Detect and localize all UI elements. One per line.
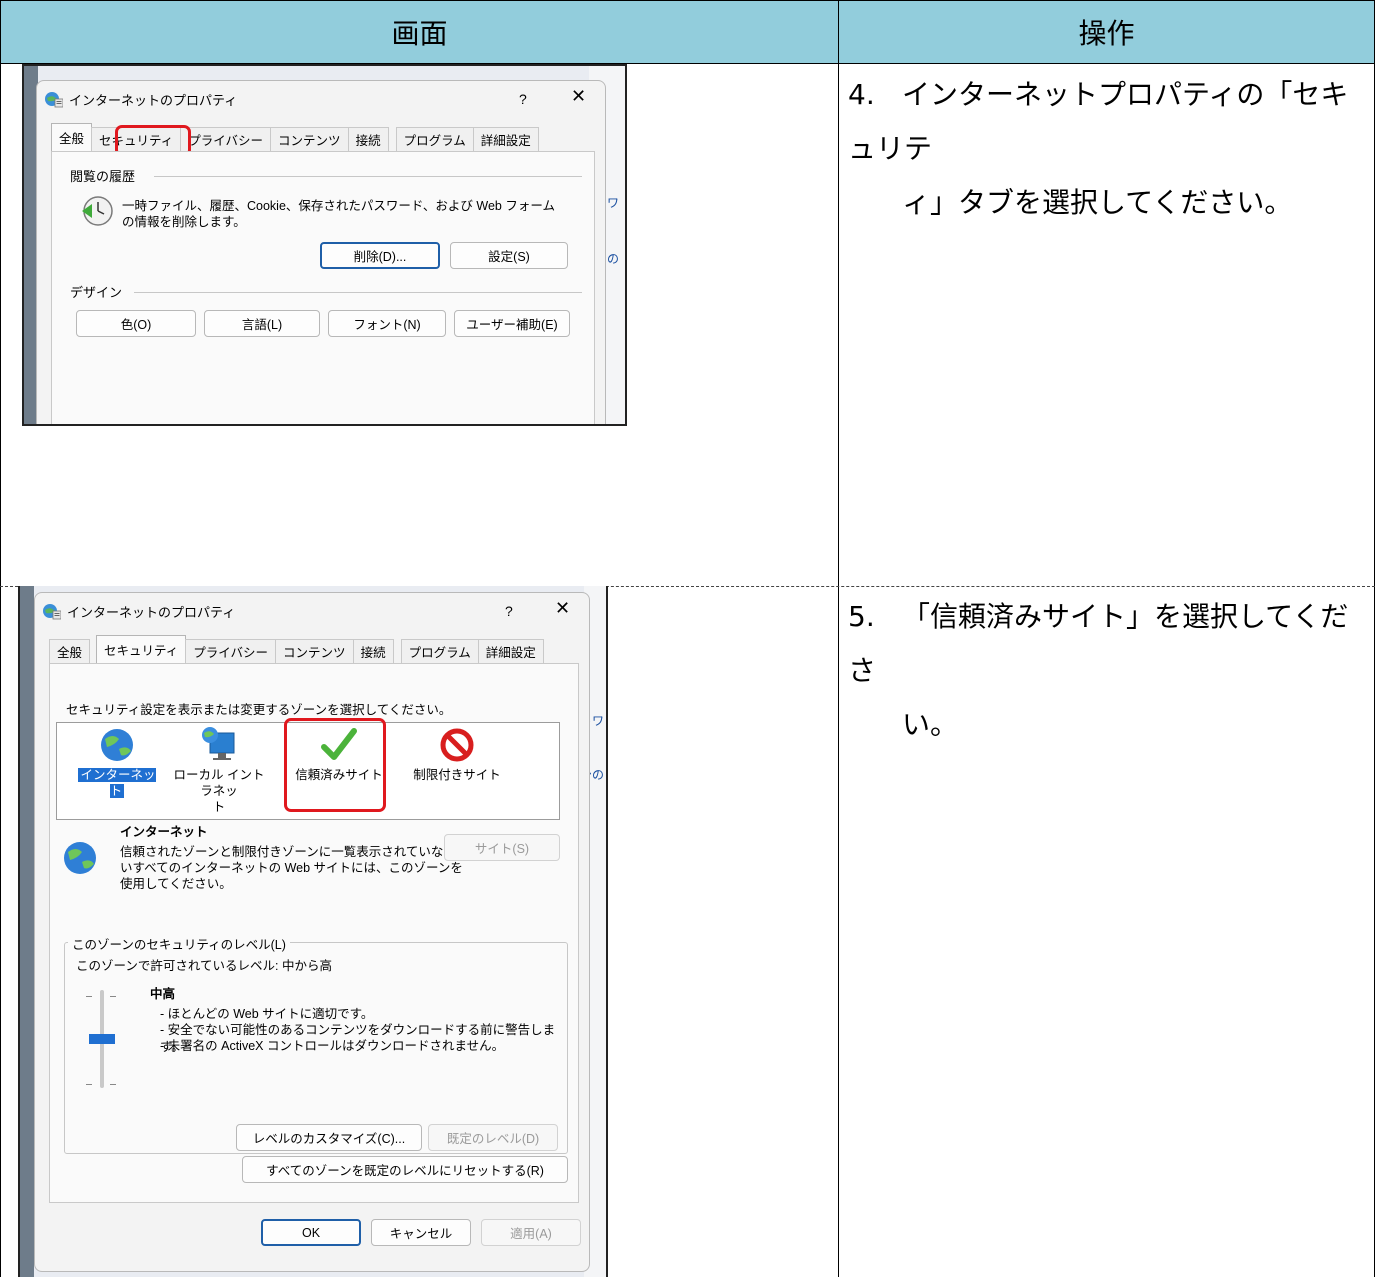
zone-intranet-label-line1: ローカル イントラネッ [173, 768, 265, 798]
languages-button[interactable]: 言語(L) [204, 310, 320, 337]
allowed-levels-text: このゾーンで許可されているレベル: 中から高 [76, 959, 332, 973]
reset-all-zones-button[interactable]: すべてのゾーンを既定のレベルにリセットする(R) [242, 1156, 568, 1183]
accessibility-button[interactable]: ユーザー補助(E) [454, 310, 570, 337]
security-level-group-title: このゾーンのセキュリティのレベル(L) [68, 934, 290, 953]
level-name: 中高 [150, 987, 176, 1001]
delete-button[interactable]: 削除(D)... [320, 242, 440, 269]
cancel-button[interactable]: キャンセル [371, 1219, 471, 1246]
history-description-line2: の情報を削除します。 [122, 215, 246, 229]
zone-restricted-label: 制限付きサイト [413, 768, 501, 782]
tab-programs[interactable]: プログラム [400, 639, 479, 663]
title-bar: インターネットのプロパティ ? ✕ [35, 593, 589, 629]
internet-options-icon [45, 90, 64, 108]
help-button[interactable]: ? [505, 603, 513, 619]
column-divider [838, 64, 839, 1277]
header-screen: 画面 [0, 0, 839, 64]
step-5-number: 5. [848, 600, 875, 633]
security-level-slider-thumb[interactable] [89, 1034, 115, 1044]
header-screen-label: 画面 [391, 17, 448, 50]
colors-button[interactable]: 色(O) [76, 310, 196, 337]
fonts-button[interactable]: フォント(N) [328, 310, 446, 337]
ok-button[interactable]: OK [261, 1219, 361, 1246]
step-5-text-line2: い。 [902, 708, 959, 741]
custom-level-button[interactable]: レベルのカスタマイズ(C)... [236, 1124, 422, 1151]
slider-tick [110, 996, 116, 997]
header-operation-label: 操作 [1078, 17, 1135, 50]
close-button[interactable]: ✕ [571, 86, 586, 107]
intranet-icon [200, 727, 238, 766]
slider-tick [110, 1084, 116, 1085]
globe-icon [62, 840, 98, 879]
tab-general[interactable]: 全般 [51, 123, 93, 151]
tab-bar: 全般 セキュリティ プライバシー コンテンツ 接続 プログラム 詳細設定 [49, 635, 544, 663]
zone-intranet-label-line2: ト [212, 800, 226, 814]
step-5: 5. 「信頼済みサイト」を選択してくださ い。 [848, 590, 1358, 752]
tab-general[interactable]: 全般 [49, 639, 91, 663]
tab-connections[interactable]: 接続 [352, 639, 394, 663]
default-level-button[interactable]: 既定のレベル(D) [428, 1124, 558, 1151]
zone-name: インターネット [120, 825, 208, 839]
internet-options-icon [43, 602, 62, 620]
screenshot-general-tab: トワ ンの インターネットのプロパティ ? ✕ 全般 セキュリティ プライバシー… [22, 64, 627, 426]
apply-button[interactable]: 適用(A) [481, 1219, 581, 1246]
level-bullet-1: - ほとんどの Web サイトに適切です。 [160, 1007, 374, 1021]
design-group-title: デザイン [70, 285, 123, 300]
slider-tick [86, 1084, 92, 1085]
step-5-text-line1: 「信頼済みサイト」を選択してくださ [848, 600, 1349, 687]
zone-description-line1: 信頼されたゾーンと制限付きゾーンに一覧表示されていな [120, 845, 444, 859]
internet-properties-dialog: インターネットのプロパティ ? ✕ 全般 セキュリティ プライバシー コンテンツ… [34, 592, 590, 1272]
left-border [0, 64, 1, 1277]
tab-advanced[interactable]: 詳細設定 [477, 639, 544, 663]
close-button[interactable]: ✕ [555, 598, 570, 619]
general-panel: 閲覧の履歴 一時ファイル、履歴、Cookie、保存されたパスワード、および We… [51, 151, 595, 424]
zone-description-line3: 使用してください。 [120, 877, 232, 891]
zone-internet-label: インターネット [78, 768, 156, 798]
zone-prompt: セキュリティ設定を表示または変更するゾーンを選択してください。 [66, 703, 452, 717]
tab-connections[interactable]: 接続 [347, 127, 389, 151]
zone-local-intranet[interactable]: ローカル イントラネッ ト [171, 725, 267, 815]
level-bullet-3: - 未署名の ActiveX コントロールはダウンロードされません。 [160, 1039, 505, 1053]
tab-privacy[interactable]: プライバシー [185, 639, 277, 663]
screenshot-security-tab: トワ ンの インターネットのプロパティ ? ✕ 全般 セキュリティ プライバシー… [18, 586, 608, 1277]
zone-internet[interactable]: インターネット [75, 727, 159, 799]
highlight-trusted-sites [284, 718, 386, 812]
step-4-text-line2: ィ」タブを選択してください。 [902, 186, 1293, 219]
header-operation: 操作 [838, 0, 1375, 64]
history-clock-icon [80, 194, 114, 231]
dialog-title: インターネットのプロパティ [69, 92, 238, 108]
tab-privacy[interactable]: プライバシー [180, 127, 272, 151]
history-description-line1: 一時ファイル、履歴、Cookie、保存されたパスワード、および Web フォーム [122, 199, 555, 213]
security-panel: セキュリティ設定を表示または変更するゾーンを選択してください。 インターネット … [49, 663, 579, 1203]
prohibited-icon [439, 728, 475, 766]
design-group-line [134, 292, 582, 293]
slider-tick [86, 996, 92, 997]
desktop-background [20, 586, 34, 1277]
tab-content[interactable]: コンテンツ [275, 639, 354, 663]
globe-icon [99, 729, 135, 766]
tab-security[interactable]: セキュリティ [96, 635, 187, 663]
title-bar: インターネットのプロパティ ? ✕ [37, 81, 605, 117]
step-4-text-line1: インターネットプロパティの「セキュリテ [848, 78, 1349, 165]
sites-button[interactable]: サイト(S) [444, 834, 560, 861]
history-settings-button[interactable]: 設定(S) [450, 242, 568, 269]
tab-content[interactable]: コンテンツ [270, 127, 349, 151]
tab-advanced[interactable]: 詳細設定 [472, 127, 539, 151]
history-group-title: 閲覧の履歴 [70, 169, 136, 184]
zone-description-line2: いすべてのインターネットの Web サイトには、このゾーンを [120, 861, 463, 875]
history-group-line [154, 176, 582, 177]
dialog-title: インターネットのプロパティ [67, 604, 236, 620]
instruction-table: 画面 操作 4. インターネットプロパティの「セキュリテ ィ」タブを選択してくださ… [0, 0, 1375, 1277]
step-4: 4. インターネットプロパティの「セキュリテ ィ」タブを選択してください。 [848, 68, 1358, 230]
step-4-number: 4. [848, 78, 875, 111]
help-button[interactable]: ? [519, 91, 527, 107]
internet-properties-dialog: インターネットのプロパティ ? ✕ 全般 セキュリティ プライバシー コンテンツ… [36, 80, 606, 424]
tab-programs[interactable]: プログラム [395, 127, 474, 151]
zone-restricted-sites[interactable]: 制限付きサイト [409, 727, 505, 783]
